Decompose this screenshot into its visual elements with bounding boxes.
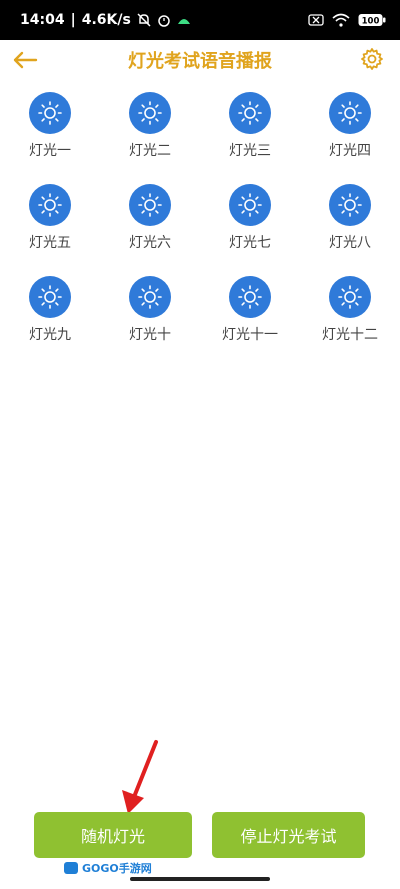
light-item[interactable]: 灯光七 [200,178,300,262]
gear-icon [361,48,383,70]
bottom-buttons: 随机灯光 停止灯光考试 [0,812,400,858]
battery-icon: 100 [358,13,386,27]
light-item[interactable]: 灯光八 [300,178,400,262]
sun-icon [338,101,362,125]
light-button[interactable] [129,92,171,134]
sun-icon [138,101,162,125]
sim-off-icon [308,13,324,27]
light-label: 灯光九 [29,327,71,343]
sun-icon [238,101,262,125]
light-item[interactable]: 灯光十 [100,270,200,354]
android-icon [177,15,191,25]
light-label: 灯光五 [29,235,71,251]
light-item[interactable]: 灯光六 [100,178,200,262]
light-item[interactable]: 灯光五 [0,178,100,262]
status-time: 14:04 [20,12,65,28]
mute-icon [137,13,151,27]
light-button[interactable] [129,276,171,318]
watermark-logo-icon [64,862,78,874]
light-label: 灯光七 [229,235,271,251]
stop-exam-button[interactable]: 停止灯光考试 [212,812,365,858]
light-label: 灯光八 [329,235,371,251]
random-light-button[interactable]: 随机灯光 [34,812,192,858]
light-item[interactable]: 灯光一 [0,86,100,170]
sun-icon [38,101,62,125]
watermark: GOGO手游网 [64,860,152,876]
light-grid: 灯光一 灯光二 灯光三 灯光四灯光五 灯光六 灯光七 灯光八灯光九 灯光十 灯光十一 灯光十二 [0,86,400,354]
light-button[interactable] [29,276,71,318]
light-label: 灯光六 [129,235,171,251]
light-button[interactable] [329,276,371,318]
light-button[interactable] [129,184,171,226]
watermark-text: GOGO手游网 [82,862,152,875]
sun-icon [38,285,62,309]
back-arrow-icon [13,51,38,69]
sun-icon [338,193,362,217]
status-network-speed: 4.6K/s [81,12,131,28]
light-item[interactable]: 灯光九 [0,270,100,354]
light-label: 灯光二 [129,143,171,159]
status-right: 100 [308,13,386,27]
back-button[interactable] [12,46,42,74]
light-item[interactable]: 灯光十二 [300,270,400,354]
light-button[interactable] [329,184,371,226]
sun-icon [338,285,362,309]
sun-icon [238,285,262,309]
home-indicator [130,877,270,881]
red-arrow-annotation [122,740,158,814]
status-divider: | [70,12,76,28]
sun-icon [238,193,262,217]
light-label: 灯光十 [129,327,171,343]
light-button[interactable] [229,276,271,318]
light-item[interactable]: 灯光四 [300,86,400,170]
settings-button[interactable] [358,45,386,73]
wifi-icon [332,13,350,27]
status-bar: 14:04 | 4.6K/s 100 [0,0,400,40]
light-item[interactable]: 灯光三 [200,86,300,170]
light-label: 灯光十一 [222,327,278,343]
light-label: 灯光四 [329,143,371,159]
alarm-icon [157,13,171,27]
app-bar: 灯光考试语音播报 [0,40,400,80]
light-label: 灯光十二 [322,327,378,343]
light-button[interactable] [229,92,271,134]
page-title: 灯光考试语音播报 [128,51,272,72]
light-button[interactable] [29,184,71,226]
light-button[interactable] [29,92,71,134]
sun-icon [138,193,162,217]
light-button[interactable] [229,184,271,226]
battery-level: 100 [362,17,380,27]
light-label: 灯光一 [29,143,71,159]
light-item[interactable]: 灯光十一 [200,270,300,354]
light-label: 灯光三 [229,143,271,159]
light-button[interactable] [329,92,371,134]
status-left: 14:04 | 4.6K/s [20,12,191,28]
sun-icon [38,193,62,217]
sun-icon [138,285,162,309]
light-item[interactable]: 灯光二 [100,86,200,170]
